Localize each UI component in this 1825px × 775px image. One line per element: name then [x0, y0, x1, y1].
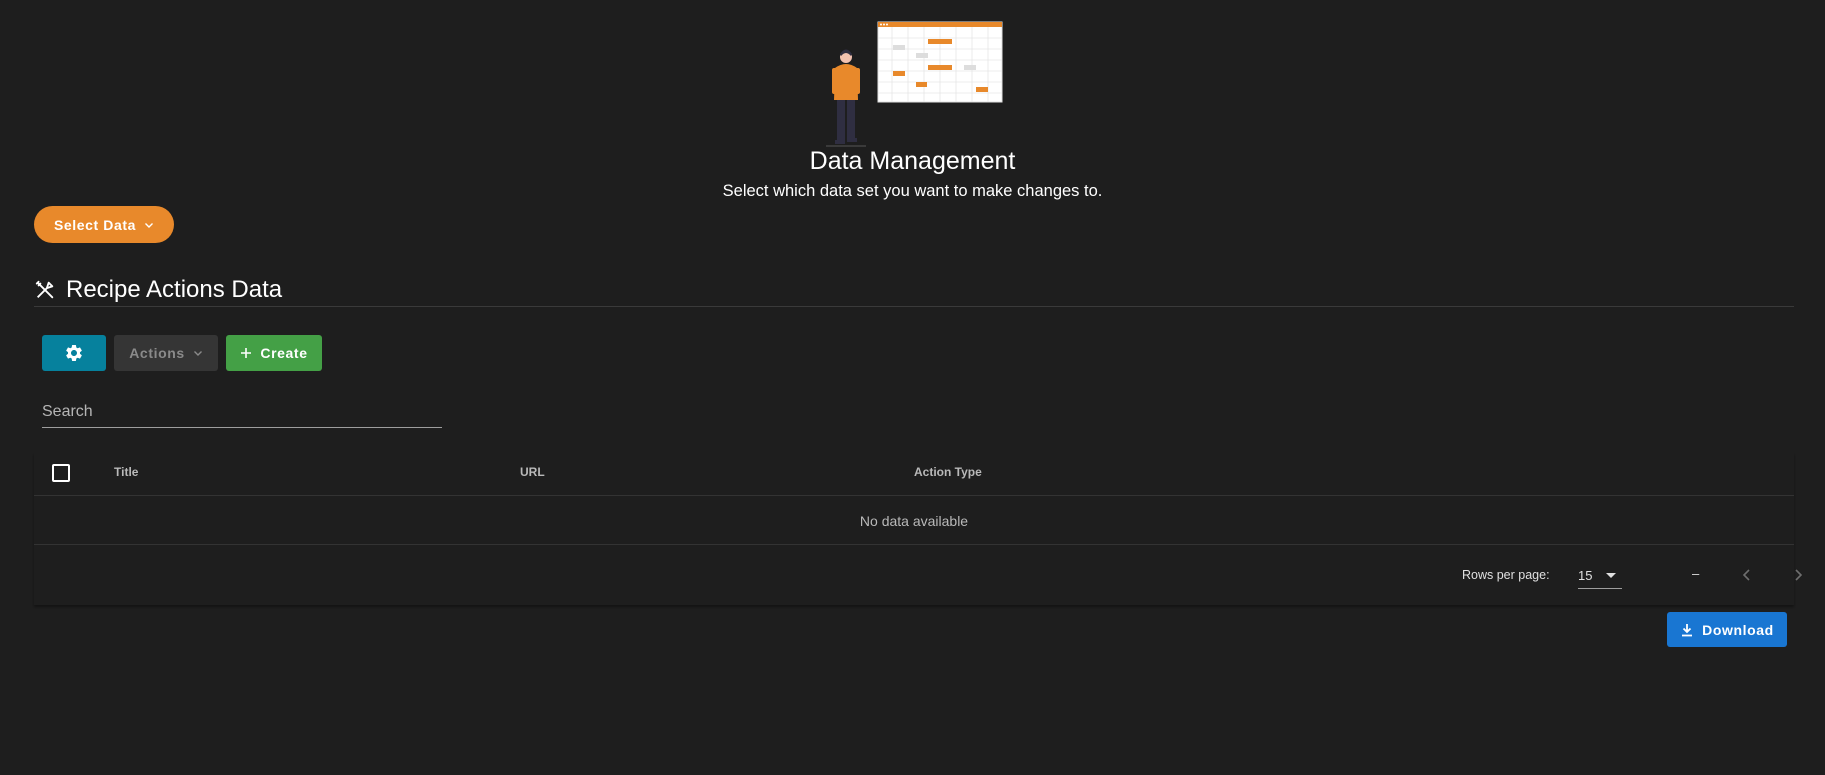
page-subtitle: Select which data set you want to make c…	[722, 182, 1103, 200]
rows-per-page-label: Rows per page:	[1462, 568, 1550, 582]
select-data-label: Select Data	[53, 216, 137, 233]
column-header-title[interactable]: Title	[114, 465, 138, 479]
plus-icon	[241, 348, 252, 358]
create-label: Create	[260, 345, 308, 361]
search-field	[42, 396, 442, 428]
chevron-right-icon	[1795, 569, 1803, 581]
actions-dropdown-button[interactable]: Actions	[114, 335, 218, 371]
download-icon	[1682, 623, 1693, 636]
select-all-checkbox[interactable]	[52, 464, 70, 482]
table-footer: Rows per page: 15 –	[34, 546, 1803, 605]
actions-label: Actions	[129, 345, 185, 361]
page-title: Data Management	[809, 147, 1016, 175]
empty-table-message: No data available	[34, 497, 1794, 545]
silverware-icon	[35, 280, 54, 299]
create-button[interactable]: Create	[226, 335, 322, 371]
data-table: Title URL Action Type No data available …	[34, 453, 1803, 605]
chevron-left-icon	[1742, 569, 1750, 581]
data-management-illustration	[826, 21, 1003, 147]
column-header-action-type[interactable]: Action Type	[914, 465, 982, 479]
chevron-down-icon	[145, 222, 154, 228]
gear-icon	[66, 345, 82, 361]
select-data-button[interactable]: Select Data	[34, 206, 174, 243]
rows-per-page-select[interactable]: 15	[1578, 563, 1622, 589]
section-header: Recipe Actions Data	[34, 273, 282, 307]
page: Data Management Select which data set yo…	[0, 0, 1825, 775]
search-input[interactable]	[42, 396, 442, 427]
settings-button[interactable]	[42, 335, 106, 371]
page-range: –	[1692, 566, 1700, 581]
download-label: Download	[1702, 621, 1774, 638]
section-divider	[34, 306, 1794, 307]
rows-per-page-value: 15	[1578, 568, 1593, 583]
next-page-button[interactable]	[1784, 561, 1812, 589]
table-header: Title URL Action Type	[34, 453, 1794, 496]
chevron-down-icon	[193, 351, 202, 356]
previous-page-button[interactable]	[1733, 561, 1761, 589]
caret-down-icon	[1606, 573, 1617, 578]
section-title: Recipe Actions Data	[66, 276, 283, 303]
download-button[interactable]: Download	[1667, 612, 1787, 647]
column-header-url[interactable]: URL	[520, 465, 545, 479]
